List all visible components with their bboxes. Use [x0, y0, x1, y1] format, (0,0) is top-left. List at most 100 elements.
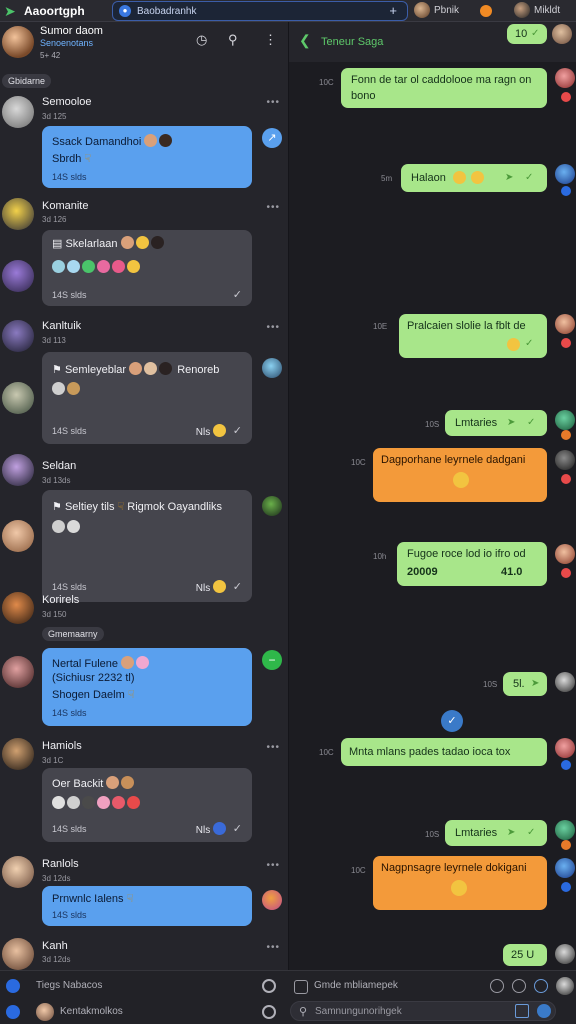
- bubble-time: 14S slds: [52, 708, 87, 718]
- contact-avatar[interactable]: [2, 656, 34, 688]
- sender-avatar[interactable]: [555, 450, 575, 470]
- message-bubble[interactable]: ⚑ Seltiey tils ☟ Rigmok Oayandliks 14S s…: [42, 490, 252, 602]
- bubble-time: 14S slds: [52, 824, 87, 834]
- contacts-icon[interactable]: [6, 1005, 20, 1019]
- calendar-icon[interactable]: [515, 1004, 529, 1018]
- pin-icon: ➤: [507, 827, 516, 838]
- emoji-icon[interactable]: [490, 979, 504, 993]
- message-bubble[interactable]: ▤ Skelarlaan 14S slds ✓: [42, 230, 252, 306]
- badge-icon[interactable]: [561, 840, 571, 850]
- sender-avatar[interactable]: [555, 164, 575, 184]
- badge-icon[interactable]: [561, 760, 571, 770]
- sender-avatar[interactable]: [555, 410, 575, 430]
- sender-avatar[interactable]: [555, 68, 575, 88]
- chat-message[interactable]: Fugoe roce lod io ifro od 20009 41.0: [397, 542, 547, 586]
- more-vertical-icon[interactable]: ⋮: [264, 32, 277, 48]
- badge-icon[interactable]: [561, 186, 571, 196]
- filter-pill[interactable]: Gbidarne: [2, 74, 52, 88]
- send-icon[interactable]: [537, 1004, 551, 1018]
- search-icon: ⚲: [299, 1006, 308, 1018]
- heart-icon[interactable]: [561, 338, 571, 348]
- copy-icon[interactable]: [262, 1005, 276, 1019]
- sender-avatar[interactable]: [555, 738, 575, 758]
- earth-icon[interactable]: [262, 358, 282, 378]
- chat-message[interactable]: 5l. ➤: [503, 672, 547, 696]
- history-icon[interactable]: ◷: [196, 32, 207, 48]
- flower-icon[interactable]: [262, 890, 282, 910]
- pointing-hand-icon: ☟: [117, 501, 125, 513]
- message-bubble[interactable]: Prnwnlc Ialens ☟ 14S slds: [42, 886, 252, 926]
- tab-main[interactable]: ● Baobadranhk +: [112, 1, 408, 21]
- chat-message[interactable]: Pralcaien slolie la fblt de ✓: [399, 314, 547, 358]
- contact-avatar[interactable]: [2, 198, 34, 230]
- minus-icon[interactable]: −: [262, 650, 282, 670]
- heart-icon[interactable]: [561, 474, 571, 484]
- reply-icon[interactable]: ↗: [262, 128, 282, 148]
- sender-avatar[interactable]: [555, 544, 575, 564]
- message-bubble[interactable]: Nertal Fulene (Sichiusr 2232 tl) Shogen …: [42, 648, 252, 726]
- pointing-hand-icon: ☟: [84, 153, 92, 165]
- more-icon[interactable]: •••: [266, 202, 280, 213]
- heart-icon[interactable]: [561, 92, 571, 102]
- contact-avatar[interactable]: [2, 454, 34, 486]
- chat-message[interactable]: Lmtaries ➤ ✓: [445, 820, 547, 846]
- pin-icon: ➤: [531, 678, 540, 689]
- contact-avatar[interactable]: [2, 382, 34, 414]
- timer-icon[interactable]: [512, 979, 526, 993]
- more-icon[interactable]: •••: [266, 742, 280, 753]
- notification-dot[interactable]: [480, 5, 492, 17]
- chat-message[interactable]: Dagporhane leyrnele dadgani: [373, 448, 547, 502]
- message-bubble[interactable]: Ssack Damandhoi Sbrdh ☟ 14S slds: [42, 126, 252, 188]
- chat-message[interactable]: 25 U: [503, 944, 547, 966]
- heart-icon[interactable]: [561, 568, 571, 578]
- chat-message[interactable]: Halaon ➤ ✓: [401, 164, 547, 192]
- emoji-icon[interactable]: [262, 496, 282, 516]
- message-bubble[interactable]: ⚑ Semleyeblar Renoreb 14S slds Nls ✓: [42, 352, 252, 444]
- message-text: Halaon: [411, 172, 446, 184]
- contact-avatar[interactable]: [2, 738, 34, 770]
- mic-icon[interactable]: [534, 979, 548, 993]
- back-arrow-icon[interactable]: ❮: [299, 32, 311, 49]
- contact-avatar[interactable]: [2, 592, 34, 624]
- flag-icon: ⚑: [52, 501, 62, 513]
- face-icon: [129, 362, 143, 375]
- contact-avatar[interactable]: [2, 520, 34, 552]
- leaf-icon: ➤: [4, 3, 16, 19]
- more-icon[interactable]: •••: [266, 860, 280, 871]
- new-tab-button[interactable]: +: [389, 3, 397, 18]
- contact-avatar[interactable]: [2, 96, 34, 128]
- chat-message[interactable]: Nagpnsagre leyrnele dokigani: [373, 856, 547, 910]
- message-bubble[interactable]: Oer Backit 14S slds Nls ✓: [42, 768, 252, 842]
- sender-avatar[interactable]: [555, 820, 575, 840]
- avatar[interactable]: [556, 977, 574, 995]
- chat-message[interactable]: 10 ✓: [507, 24, 547, 44]
- search-icon[interactable]: ⚲: [228, 32, 238, 48]
- more-icon[interactable]: •••: [266, 942, 280, 953]
- settings-icon[interactable]: [262, 979, 276, 993]
- contact-avatar[interactable]: [2, 938, 34, 970]
- chat-message[interactable]: Fonn de tar ol caddolooe ma ragn on bono: [341, 68, 547, 108]
- chat-bubble-icon[interactable]: [6, 979, 20, 993]
- badge-icon[interactable]: [561, 882, 571, 892]
- more-icon[interactable]: •••: [266, 97, 280, 108]
- check-circle-icon[interactable]: ✓: [441, 710, 463, 732]
- profile-avatar[interactable]: [2, 26, 34, 58]
- sender-avatar[interactable]: [555, 858, 575, 878]
- contact-avatar[interactable]: [2, 856, 34, 888]
- message-input[interactable]: ⚲ Samnungunorihgek: [290, 1001, 556, 1021]
- contact-avatar[interactable]: [2, 320, 34, 352]
- avatar[interactable]: [36, 1003, 54, 1021]
- sender-avatar[interactable]: [555, 672, 575, 692]
- sender-avatar[interactable]: [555, 314, 575, 334]
- chat-message[interactable]: Lmtaries ➤ ✓: [445, 410, 547, 436]
- sender-avatar[interactable]: [552, 24, 572, 44]
- chat-message[interactable]: Mnta mlans pades tadao ioca tox: [341, 738, 547, 766]
- sender-avatar[interactable]: [555, 944, 575, 964]
- more-icon[interactable]: •••: [266, 322, 280, 333]
- smiley-icon: [453, 171, 466, 184]
- contact-avatar[interactable]: [2, 260, 34, 292]
- badge-icon[interactable]: [561, 430, 571, 440]
- profile-meta: 5+ 42: [40, 51, 61, 60]
- attach-icon[interactable]: [294, 980, 308, 994]
- section-pill[interactable]: Gmemaarny: [42, 627, 104, 641]
